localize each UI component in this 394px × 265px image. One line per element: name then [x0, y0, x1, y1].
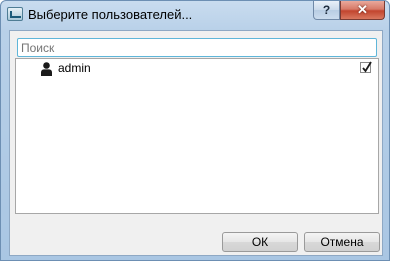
- checkmark-icon: [362, 61, 372, 73]
- dialog-window: Выберите пользователей... ? ✕ admin ОК О…: [0, 0, 390, 261]
- window-title: Выберите пользователей...: [28, 7, 193, 22]
- user-list[interactable]: admin: [15, 58, 379, 214]
- cancel-button[interactable]: Отмена: [304, 232, 380, 252]
- help-button[interactable]: ?: [313, 1, 340, 20]
- ok-button[interactable]: ОК: [222, 232, 298, 252]
- title-bar[interactable]: Выберите пользователей... ? ✕: [1, 1, 389, 29]
- close-button[interactable]: ✕: [340, 1, 385, 20]
- list-item[interactable]: admin: [16, 59, 378, 79]
- dialog-content: admin ОК Отмена: [9, 30, 383, 256]
- list-item-label: admin: [58, 61, 91, 75]
- item-checkbox[interactable]: [360, 61, 372, 73]
- user-icon: [41, 62, 52, 76]
- app-icon: [7, 7, 23, 21]
- search-input[interactable]: [17, 38, 377, 57]
